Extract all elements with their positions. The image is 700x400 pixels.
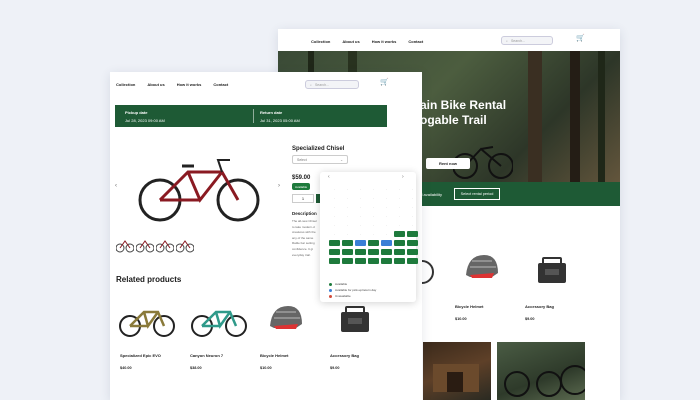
legend-pickup-return: Available for pick-up/return day [329, 288, 376, 292]
search-icon: ⌕ [310, 82, 312, 87]
legend-available: Available [329, 282, 347, 286]
product-name[interactable]: Canyon Neuron 7 [190, 353, 223, 358]
product-price: $9.00 [330, 366, 340, 370]
chevron-right-icon[interactable]: › [278, 183, 280, 189]
search-input[interactable]: ⌕ Search... [501, 36, 553, 45]
thumbnail[interactable] [176, 237, 194, 253]
product-name[interactable]: Bicycle Helmet [260, 353, 288, 358]
bikes-photo [497, 342, 585, 400]
chevron-left-icon[interactable]: ‹ [115, 183, 117, 189]
search-icon: ⌕ [506, 38, 508, 43]
rent-now-button[interactable]: Rent now [426, 158, 470, 169]
quantity-stepper[interactable]: 1 [292, 194, 314, 203]
chevron-down-icon: ⌄ [340, 158, 343, 162]
calendar-grid[interactable]: · · · · · · · · · · · · · · · · · · · · · · · · · · · · · · · · · · · … [329, 184, 418, 265]
thumbnail[interactable] [156, 237, 174, 253]
bike-image-neuron [191, 310, 247, 337]
hero-title: ain Bike Rental ogable Trail [420, 98, 507, 127]
size-select[interactable]: Select ⌄ [292, 155, 348, 164]
helmet-image [270, 306, 302, 329]
cabin-photo [423, 342, 491, 400]
bag-image [538, 257, 566, 283]
thumbnail[interactable] [136, 237, 154, 253]
nav-collection[interactable]: Collection [311, 39, 330, 44]
product-price: $59.00 [292, 175, 311, 181]
cart-icon[interactable]: 🛒 [576, 34, 585, 42]
related-products-title: Related products [116, 275, 182, 284]
chevron-right-icon[interactable]: › [402, 174, 404, 180]
thumbnail-strip [116, 237, 194, 253]
product-price: $38.00 [190, 366, 202, 370]
nav-how-it-works[interactable]: How it works [177, 82, 202, 87]
rental-date-bar[interactable]: Pickup date Jul 28, 2023 09:00 AM Return… [115, 105, 387, 127]
pickup-date[interactable]: Pickup date Jul 28, 2023 09:00 AM [125, 110, 165, 123]
nav-how-it-works[interactable]: How it works [372, 39, 397, 44]
legend-unavailable: Unavailable [329, 294, 351, 298]
bag-image [341, 306, 369, 332]
product-price: $10.00 [260, 366, 272, 370]
helmet-image [466, 255, 498, 278]
return-date[interactable]: Return date Jul 31, 2023 05:00 AM [260, 110, 300, 123]
bike-image-epic [119, 310, 175, 337]
search-placeholder: Search... [314, 82, 329, 87]
product-price-helmet: $10.00 [455, 317, 467, 321]
nav-collection[interactable]: Collection [116, 82, 135, 87]
product-title: Specialized Chisel [292, 146, 345, 152]
product-name[interactable]: Accessory Bag [330, 353, 359, 358]
search-input[interactable]: ⌕ Search... [305, 80, 359, 89]
date-picker-popup[interactable]: ‹ › · · · · · · · · · · · · · · · · · · · · · · · · · · · · · · · ·… [320, 172, 418, 302]
cart-icon[interactable]: 🛒 [380, 78, 389, 86]
product-price-bag: $9.00 [525, 317, 535, 321]
description-text: The all-new Chisel to take modern-d crea… [292, 219, 317, 257]
chevron-left-icon[interactable]: ‹ [328, 174, 330, 180]
nav-about[interactable]: About us [342, 39, 359, 44]
nav-contact[interactable]: Contact [408, 39, 423, 44]
select-rental-period-button[interactable]: Select rental period [454, 188, 500, 200]
search-placeholder: Search... [510, 38, 525, 43]
thumbnail[interactable] [116, 237, 134, 253]
availability-badge: Available [292, 183, 311, 190]
back-nav: Collection About us How it works Contact [311, 39, 423, 44]
product-name[interactable]: Specialized Epic EVO [120, 353, 161, 358]
description-title: Description [292, 211, 317, 216]
nav-contact[interactable]: Contact [213, 82, 228, 87]
front-nav: Collection About us How it works Contact [116, 82, 228, 87]
rider-bike-image [453, 146, 513, 179]
nav-about[interactable]: About us [147, 82, 164, 87]
product-name-bag[interactable]: Accessory Bag [525, 304, 554, 309]
product-price: $40.00 [120, 366, 132, 370]
product-name-helmet[interactable]: Bicycle Helmet [455, 304, 483, 309]
bike-main-image [138, 159, 260, 222]
